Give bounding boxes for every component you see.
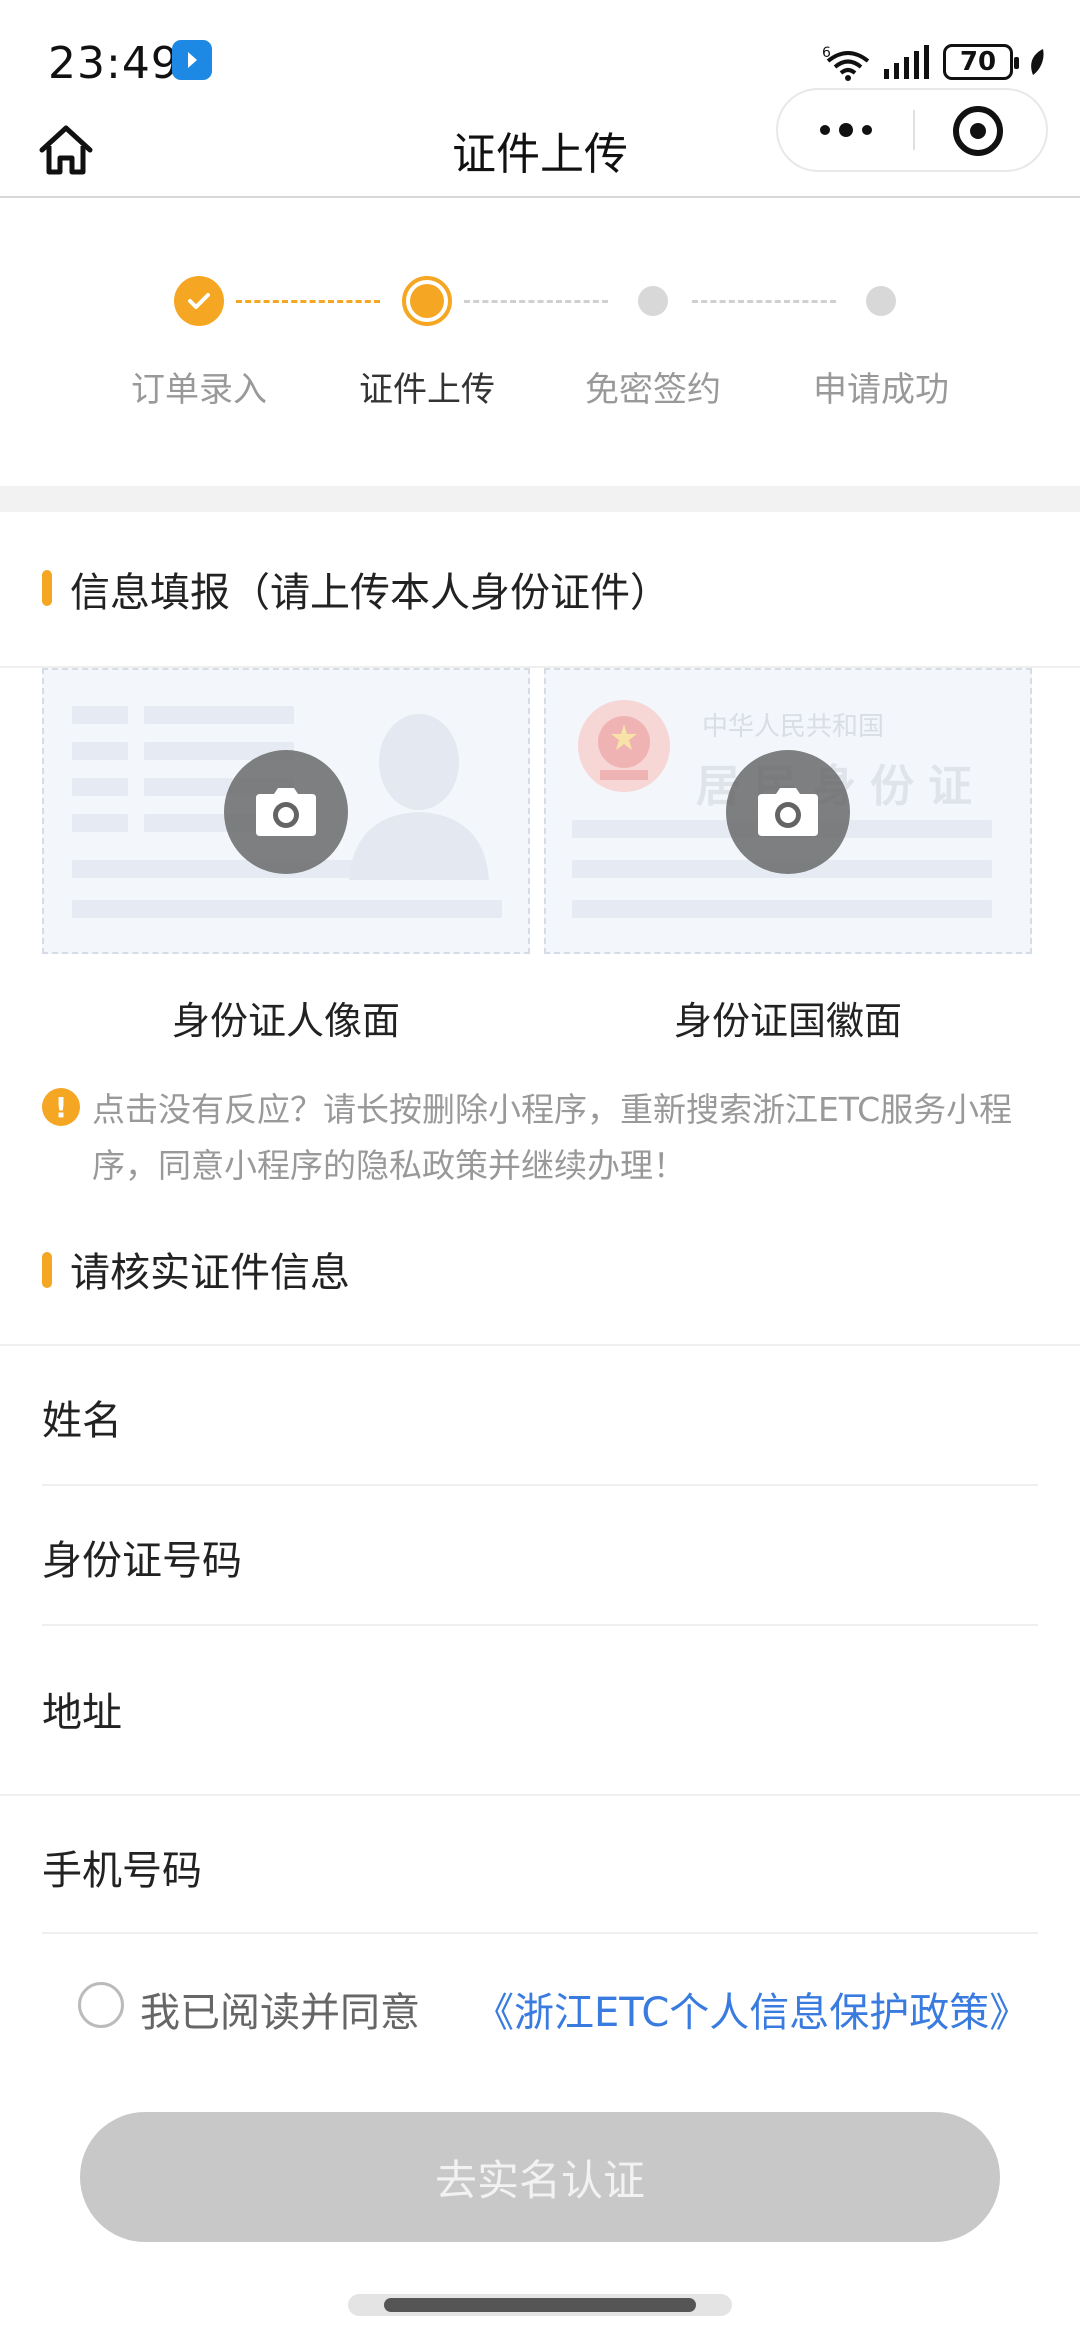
- nav-divider: [0, 196, 1080, 198]
- camera-icon[interactable]: [726, 750, 850, 874]
- divider: [42, 1484, 1038, 1486]
- divider: [42, 1624, 1038, 1626]
- home-indicator[interactable]: [384, 2298, 696, 2312]
- id-front-upload[interactable]: [42, 668, 530, 954]
- step-connector-3: [692, 300, 836, 303]
- consent-checkbox[interactable]: [78, 1982, 124, 2028]
- address-field-label: 地址: [42, 1690, 122, 1736]
- phone-field-label: 手机号码: [42, 1848, 202, 1894]
- step-3-dot-icon: [638, 286, 668, 316]
- wifi-icon: 6: [822, 43, 870, 81]
- id-back-upload[interactable]: 中华人民共和国 居民身份证: [544, 668, 1032, 954]
- step-4-dot-icon: [866, 286, 896, 316]
- leaf-icon: [1027, 47, 1047, 77]
- privacy-policy-link[interactable]: 《浙江ETC个人信息保护政策》: [474, 1980, 1029, 2038]
- upload-section-title: 信息填报（请上传本人身份证件）: [70, 570, 670, 616]
- section-separator: [0, 486, 1080, 512]
- divider: [42, 1932, 1038, 1934]
- app-notification-icon: [172, 40, 212, 80]
- step-3-label: 免密签约: [585, 370, 721, 410]
- step-1-label: 订单录入: [131, 370, 267, 410]
- section-accent-bar: [42, 570, 52, 606]
- id-back-label: 身份证国徽面: [673, 999, 902, 1043]
- divider: [0, 1794, 1080, 1796]
- capsule-divider: [913, 110, 915, 150]
- more-icon[interactable]: [778, 90, 913, 170]
- address-input[interactable]: [300, 1640, 1040, 1780]
- portrait-silhouette-icon: [349, 714, 489, 880]
- card-header-text: 中华人民共和国: [702, 712, 885, 742]
- signal-icon: [884, 45, 929, 79]
- step-1-check-icon: [174, 276, 224, 326]
- warning-icon: !: [42, 1088, 80, 1126]
- battery-icon: 70: [943, 44, 1019, 80]
- name-field-label: 姓名: [42, 1398, 122, 1444]
- battery-level: 70: [959, 47, 997, 77]
- phone-input[interactable]: [300, 1810, 1040, 1930]
- national-emblem-icon: [578, 700, 670, 792]
- close-mini-program-icon[interactable]: [953, 106, 1003, 156]
- consent-text: 我已阅读并同意: [140, 1990, 420, 2036]
- step-connector-1: [236, 300, 380, 303]
- tip-text: 点击没有反应？请长按删除小程序，重新搜索浙江ETC服务小程序，同意小程序的隐私政…: [92, 1090, 1013, 1185]
- id-front-label: 身份证人像面: [171, 999, 400, 1043]
- step-2-current-icon: [402, 276, 452, 326]
- name-input[interactable]: [300, 1360, 1040, 1480]
- camera-icon[interactable]: [224, 750, 348, 874]
- divider: [0, 1344, 1080, 1346]
- status-time: 23:49: [48, 38, 180, 89]
- mini-program-capsule: [776, 88, 1048, 172]
- real-name-auth-button[interactable]: 去实名认证: [80, 2112, 1000, 2242]
- status-icons: 6 70: [822, 42, 1047, 82]
- section-accent-bar: [42, 1252, 52, 1288]
- home-icon[interactable]: [36, 120, 96, 180]
- id-number-input[interactable]: [300, 1500, 1040, 1620]
- step-connector-2: [464, 300, 608, 303]
- step-2-label: 证件上传: [359, 370, 495, 410]
- id-number-field-label: 身份证号码: [42, 1538, 242, 1584]
- verify-section-title: 请核实证件信息: [70, 1250, 350, 1296]
- step-4-label: 申请成功: [813, 370, 949, 410]
